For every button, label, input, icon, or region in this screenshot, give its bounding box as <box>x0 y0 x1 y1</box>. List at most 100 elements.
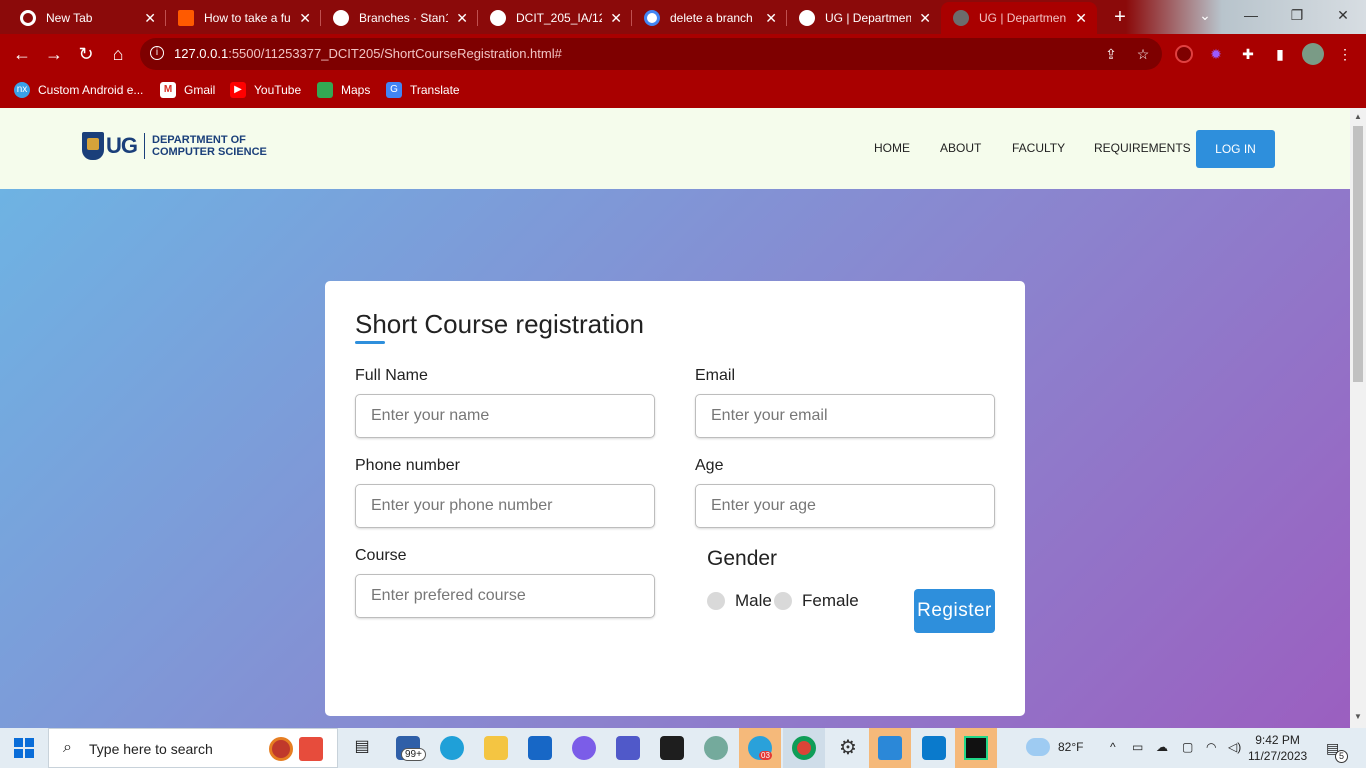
taskbar-search[interactable]: ⌕ Type here to search <box>48 728 338 768</box>
bookmark-label: YouTube <box>254 83 302 97</box>
dept-line-2: COMPUTER SCIENCE <box>152 146 267 158</box>
gmail-icon: M <box>160 82 176 98</box>
close-tab-icon[interactable]: ✕ <box>919 10 931 27</box>
email-label: Email <box>695 367 736 384</box>
tray-device-icon[interactable]: ▢ <box>1182 740 1193 754</box>
male-label[interactable]: Male <box>735 591 772 611</box>
close-tab-icon[interactable]: ✕ <box>610 10 622 27</box>
bookmark-star-icon[interactable]: ☆ <box>1134 45 1152 63</box>
copilot-icon[interactable] <box>572 736 596 760</box>
onedrive-icon[interactable]: ☁ <box>1156 740 1168 754</box>
login-button[interactable]: LOG IN <box>1196 130 1275 168</box>
youtube-icon: ▶ <box>230 82 246 98</box>
figma-icon[interactable] <box>660 736 684 760</box>
site-navbar: UG DEPARTMENT OF COMPUTER SCIENCE HOME A… <box>0 108 1350 189</box>
hero-gradient: Short Course registration Full Name Emai… <box>0 189 1350 728</box>
url-text[interactable]: 127.0.0.1:5500/11253377_DCIT205/ShortCou… <box>174 46 562 61</box>
full-name-input[interactable] <box>355 394 655 438</box>
maximize-button[interactable]: ❐ <box>1274 0 1320 30</box>
new-tab-button[interactable]: + <box>1109 6 1131 29</box>
tray-chevron-icon[interactable]: ^ <box>1110 740 1116 754</box>
back-button[interactable]: ← <box>10 42 34 66</box>
volume-icon[interactable]: ◁) <box>1228 740 1241 754</box>
tab-delete-branch[interactable]: delete a branch ✕ <box>632 2 787 34</box>
course-input[interactable] <box>355 574 655 618</box>
clock[interactable]: 9:42 PM 11/27/2023 <box>1248 732 1307 764</box>
forward-button[interactable]: → <box>42 42 66 66</box>
pycharm-icon <box>964 736 988 760</box>
female-radio[interactable] <box>774 592 792 610</box>
weather-temp[interactable]: 82°F <box>1058 740 1083 754</box>
bookmark-label: Custom Android e... <box>38 83 144 97</box>
maps-icon <box>317 82 333 98</box>
chrome-app[interactable] <box>783 728 825 768</box>
scroll-up-icon[interactable]: ▲ <box>1354 112 1362 121</box>
register-button[interactable]: Register <box>914 589 995 633</box>
edge-icon[interactable] <box>440 736 464 760</box>
tab-dcit[interactable]: DCIT_205_IA/12 ✕ <box>478 2 632 34</box>
tab-search-button[interactable]: ⌄ <box>1182 0 1228 30</box>
wifi-icon[interactable]: ◠ <box>1206 740 1216 754</box>
bookmark-maps[interactable]: Maps <box>317 82 370 98</box>
gift-icon <box>299 737 323 761</box>
store-icon[interactable] <box>528 736 552 760</box>
registration-card: Short Course registration Full Name Emai… <box>325 281 1025 716</box>
close-tab-icon[interactable]: ✕ <box>144 10 156 27</box>
close-tab-icon[interactable]: ✕ <box>1075 10 1087 27</box>
scroll-down-icon[interactable]: ▼ <box>1354 712 1362 721</box>
nav-home[interactable]: HOME <box>874 141 910 155</box>
profile-avatar[interactable] <box>1302 43 1324 65</box>
tab-ug-dept-1[interactable]: UG | Departmen ✕ <box>787 2 941 34</box>
address-bar[interactable]: i 127.0.0.1:5500/11253377_DCIT205/ShortC… <box>140 38 1162 70</box>
settings-gear-icon[interactable]: ⚙ <box>836 736 860 760</box>
nav-faculty[interactable]: FACULTY <box>1012 141 1065 155</box>
female-label[interactable]: Female <box>802 591 859 611</box>
windows-start-icon[interactable] <box>14 738 34 758</box>
reload-button[interactable]: ↻ <box>74 42 98 66</box>
photos-icon <box>878 736 902 760</box>
vscode-icon[interactable] <box>922 736 946 760</box>
bookmark-youtube[interactable]: ▶ YouTube <box>230 82 301 98</box>
close-tab-icon[interactable]: ✕ <box>765 10 777 27</box>
site-info-icon[interactable]: i <box>150 46 164 60</box>
tray-battery-icon[interactable]: ▭ <box>1132 740 1143 754</box>
tab-branches[interactable]: Branches · Stan1 ✕ <box>321 2 478 34</box>
share-icon[interactable]: ⇪ <box>1102 45 1120 63</box>
telegram-app[interactable]: 03 <box>739 728 781 768</box>
home-button[interactable]: ⌂ <box>106 42 130 66</box>
pycharm-app[interactable] <box>955 728 997 768</box>
page-scrollbar[interactable]: ▲ ▼ <box>1350 108 1366 728</box>
extension-icon[interactable] <box>1175 45 1193 63</box>
photos-app[interactable] <box>869 728 911 768</box>
bookmark-translate[interactable]: G Translate <box>386 82 460 98</box>
bookmark-gmail[interactable]: M Gmail <box>160 82 215 98</box>
age-input[interactable] <box>695 484 995 528</box>
nav-requirements[interactable]: REQUIREMENTS <box>1094 141 1191 155</box>
tab-title: How to take a fu <box>204 11 291 25</box>
phone-input[interactable] <box>355 484 655 528</box>
nav-about[interactable]: ABOUT <box>940 141 981 155</box>
close-tab-icon[interactable]: ✕ <box>299 10 311 27</box>
scrollbar-thumb[interactable] <box>1353 126 1363 382</box>
task-view-icon[interactable]: ▤ <box>350 736 374 760</box>
weather-cloud-icon <box>1026 738 1050 756</box>
minimize-button[interactable]: — <box>1228 0 1274 30</box>
menu-kebab-icon[interactable]: ⋮ <box>1336 45 1354 63</box>
close-window-button[interactable]: ✕ <box>1320 0 1366 30</box>
phone-label: Phone number <box>355 457 460 474</box>
teams-icon[interactable] <box>616 736 640 760</box>
extension-gear-icon[interactable]: ✹ <box>1207 45 1225 63</box>
ug-logo[interactable]: UG DEPARTMENT OF COMPUTER SCIENCE <box>82 132 267 160</box>
side-panel-icon[interactable]: ▮ <box>1271 45 1289 63</box>
tab-new-tab[interactable]: New Tab ✕ <box>8 2 166 34</box>
male-radio[interactable] <box>707 592 725 610</box>
tab-how-to[interactable]: How to take a fu ✕ <box>166 2 321 34</box>
close-tab-icon[interactable]: ✕ <box>456 10 468 27</box>
bookmark-custom-android[interactable]: nx Custom Android e... <box>14 82 143 98</box>
telegram-badge: 03 <box>759 751 772 760</box>
email-input[interactable] <box>695 394 995 438</box>
tab-ug-dept-active[interactable]: UG | Departmen ✕ <box>941 2 1097 34</box>
file-explorer-icon[interactable] <box>484 736 508 760</box>
extensions-puzzle-icon[interactable]: ✚ <box>1239 45 1257 63</box>
chatgpt-icon[interactable] <box>704 736 728 760</box>
